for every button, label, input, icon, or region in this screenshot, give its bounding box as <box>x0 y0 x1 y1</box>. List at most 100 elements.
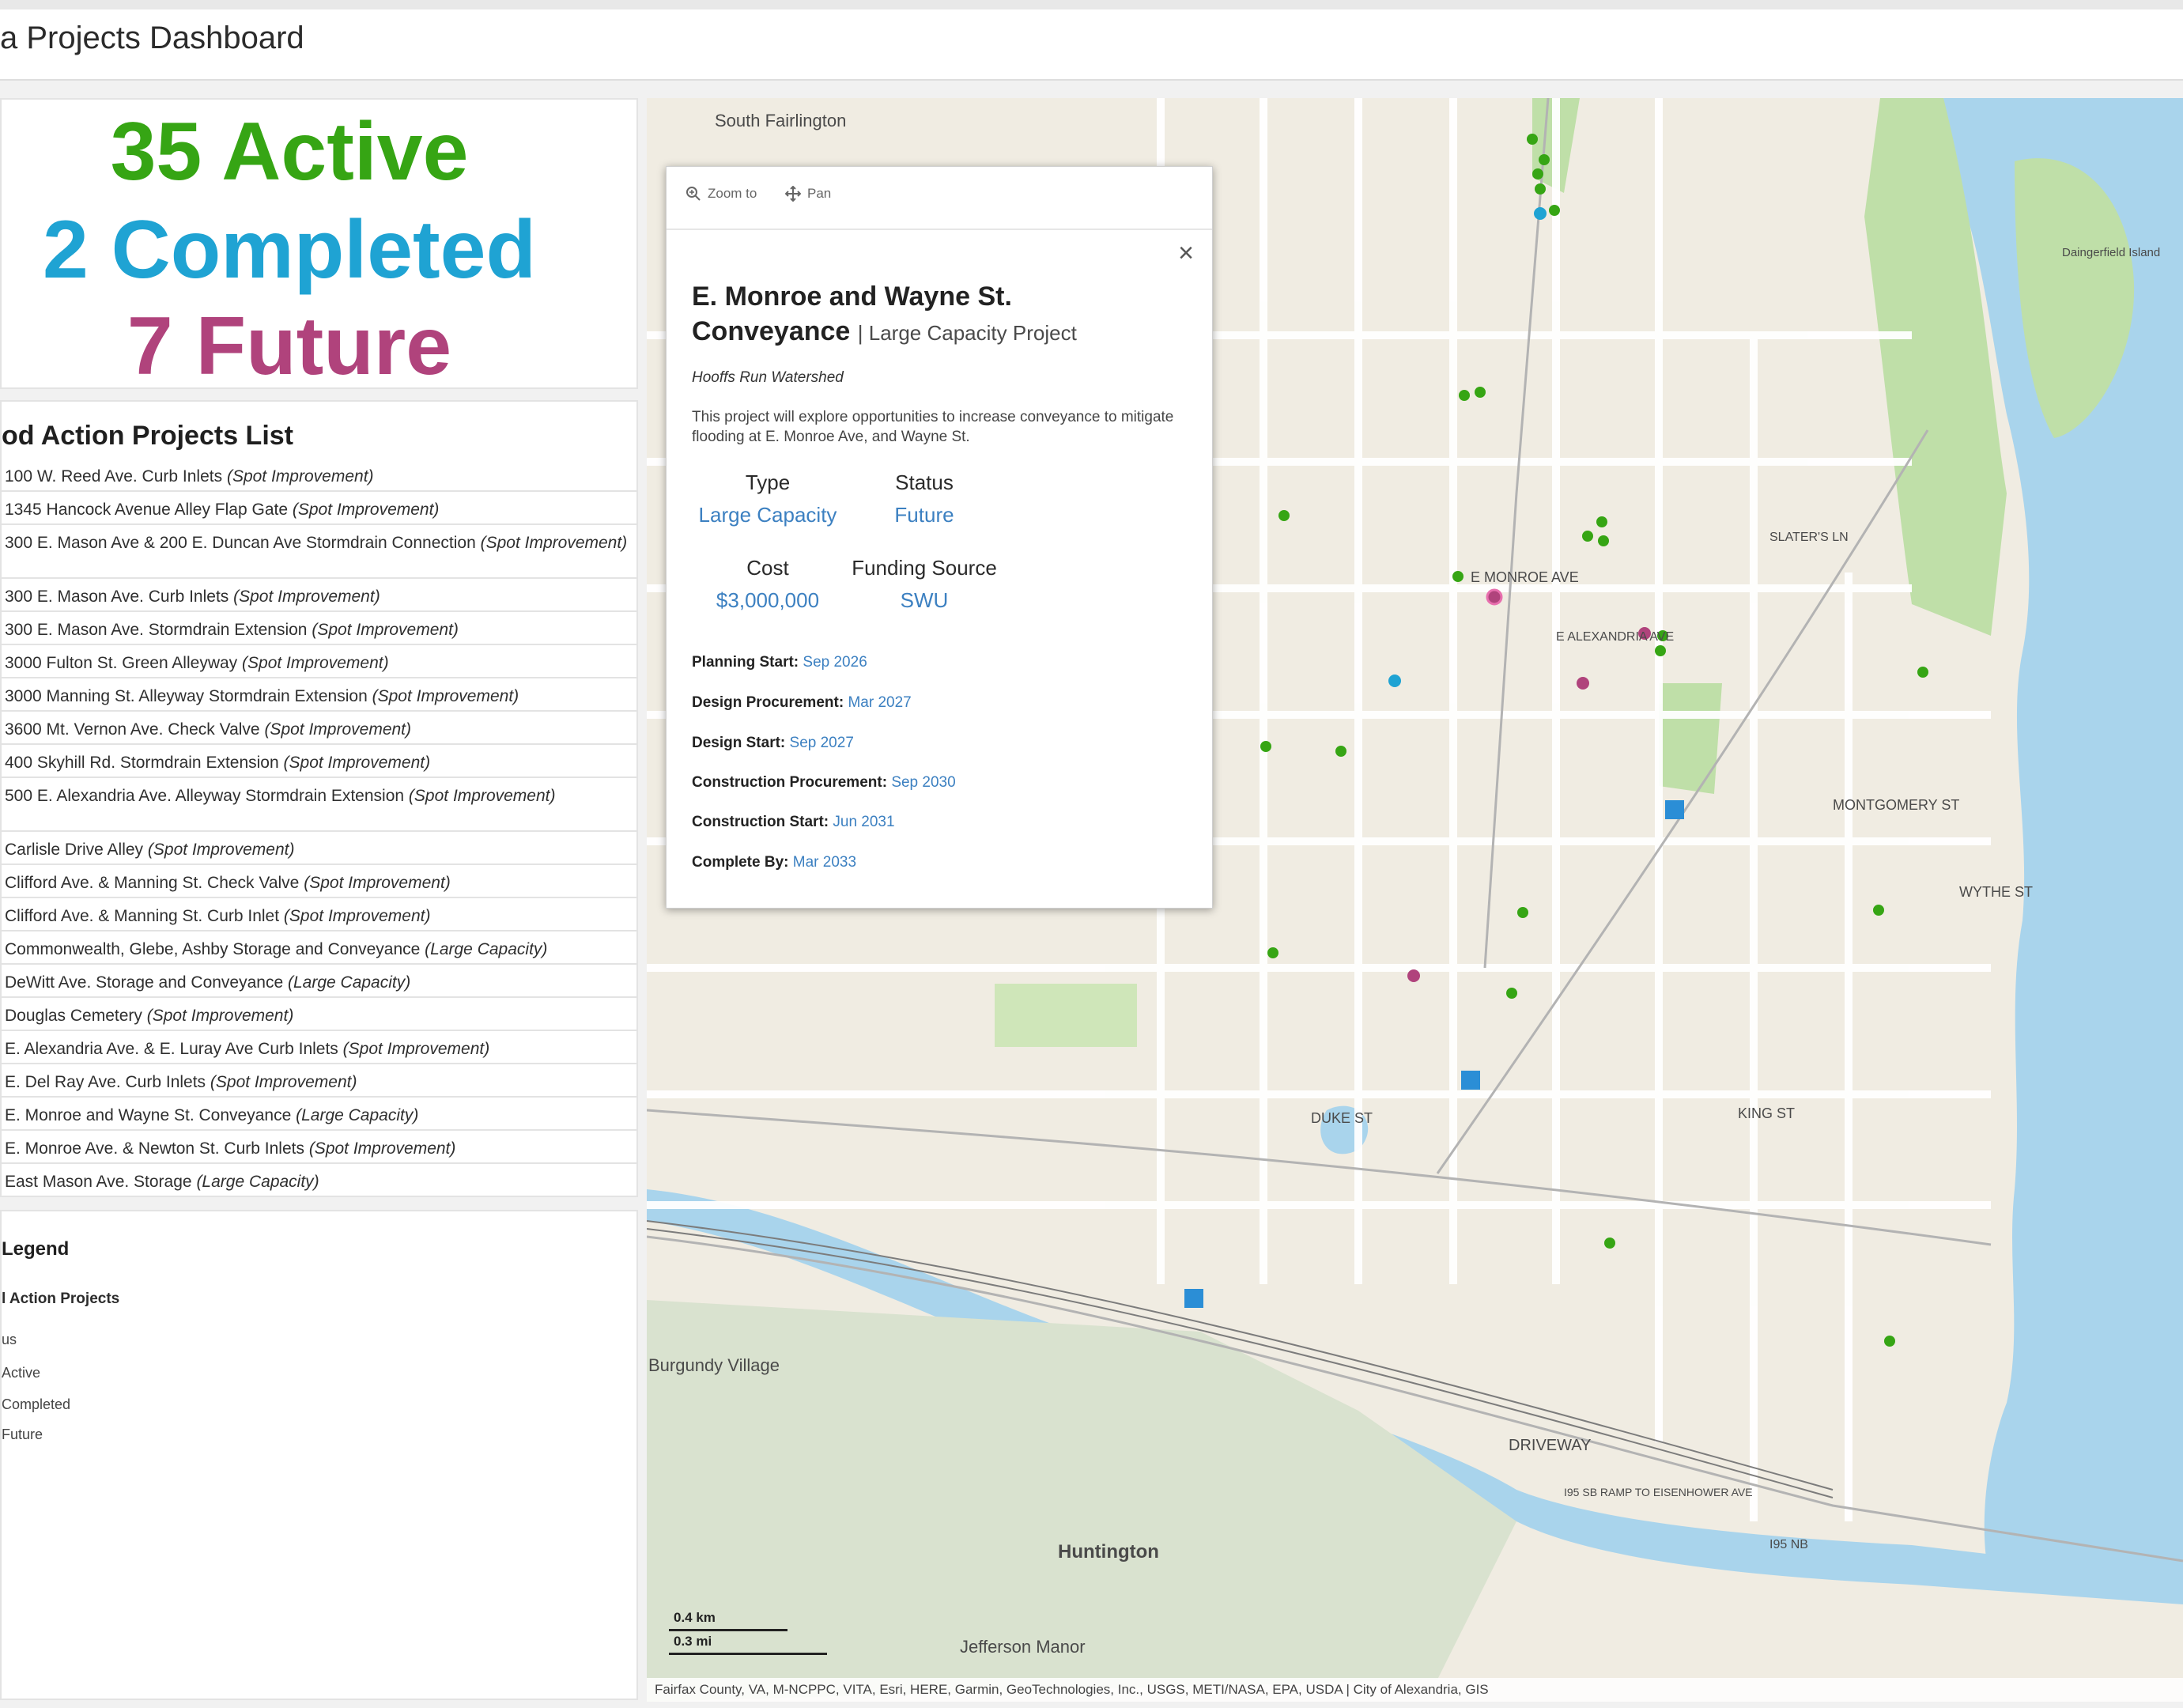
future-project-point[interactable] <box>1577 677 1589 690</box>
list-item[interactable]: Commonwealth, Glebe, Ashby Storage and C… <box>2 931 636 965</box>
schedule-value: Mar 2033 <box>792 854 857 871</box>
list-item-category: (Large Capacity) <box>296 1106 419 1124</box>
active-project-point[interactable] <box>1873 905 1884 916</box>
schedule-construction-procurement: Construction Procurement: Sep 2030 <box>692 774 956 792</box>
projects-list-panel: od Action Projects List 100 W. Reed Ave.… <box>0 400 638 1197</box>
list-item[interactable]: E. Monroe Ave. & Newton St. Curb Inlets … <box>2 1131 636 1164</box>
list-item[interactable]: 3000 Manning St. Alleyway Stormdrain Ext… <box>2 678 636 712</box>
list-item[interactable]: Clifford Ave. & Manning St. Curb Inlet (… <box>2 898 636 931</box>
active-project-point[interactable] <box>1655 645 1666 656</box>
popup-cost: Cost $3,000,000 <box>689 556 847 613</box>
list-item-category: (Spot Improvement) <box>242 654 389 672</box>
schedule-value: Sep 2027 <box>789 735 854 751</box>
list-item-category: (Spot Improvement) <box>210 1073 357 1091</box>
list-item-name: DeWitt Ave. Storage and Conveyance <box>5 973 284 992</box>
future-count: 7 Future <box>127 300 452 389</box>
active-project-point[interactable] <box>1452 571 1464 582</box>
pan-icon <box>785 186 801 202</box>
zoom-to-button[interactable]: Zoom to <box>685 186 757 202</box>
popup-funding-source: Funding Source SWU <box>837 556 1011 613</box>
active-project-point[interactable] <box>1267 947 1278 958</box>
active-project-point[interactable] <box>1335 746 1346 757</box>
label-daingerfield-island: Daingerfield Island <box>2062 246 2160 259</box>
list-item[interactable]: East Mason Ave. Storage (Large Capacity) <box>2 1164 636 1196</box>
schedule-value: Sep 2026 <box>803 654 867 671</box>
map-attribution: Fairfax County, VA, M-NCPPC, VITA, Esri,… <box>647 1678 2183 1702</box>
projects-list-title: od Action Projects List <box>2 421 294 451</box>
scale-line <box>669 1653 827 1655</box>
project-popup[interactable]: Zoom to Pan × E. Monroe and Wayne St. Co… <box>666 166 1213 909</box>
active-project-point[interactable] <box>1598 535 1609 546</box>
list-item[interactable]: 100 W. Reed Ave. Curb Inlets (Spot Impro… <box>2 459 636 492</box>
active-project-point[interactable] <box>1527 134 1538 145</box>
legend-item-active: Active <box>2 1365 41 1381</box>
completed-project-point[interactable] <box>1388 675 1401 687</box>
list-item[interactable]: Douglas Cemetery (Spot Improvement) <box>2 998 636 1031</box>
schedule-label: Design Start: <box>692 735 786 751</box>
list-item-name: 300 E. Mason Ave & 200 E. Duncan Ave Sto… <box>5 534 476 552</box>
list-item[interactable]: Carlisle Drive Alley (Spot Improvement) <box>2 832 636 865</box>
list-item-name: Douglas Cemetery <box>5 1007 142 1025</box>
active-project-point[interactable] <box>1582 531 1593 542</box>
list-item-category: (Spot Improvement) <box>292 501 440 519</box>
active-project-point[interactable] <box>1459 390 1470 401</box>
projects-list[interactable]: 100 W. Reed Ave. Curb Inlets (Spot Impro… <box>2 459 636 1196</box>
active-project-point[interactable] <box>1475 387 1486 398</box>
schedule-label: Complete By: <box>692 854 789 871</box>
label-e-monroe-ave: E MONROE AVE <box>1471 569 1579 585</box>
cost-label: Cost <box>746 556 789 580</box>
active-project-point[interactable] <box>1517 907 1528 918</box>
zoom-to-label: Zoom to <box>708 186 757 201</box>
list-item[interactable]: 500 E. Alexandria Ave. Alleyway Stormdra… <box>2 778 636 832</box>
list-item-category: (Large Capacity) <box>288 973 411 992</box>
list-item-name: 3600 Mt. Vernon Ave. Check Valve <box>5 720 260 739</box>
list-item[interactable]: 300 E. Mason Ave. Stormdrain Extension (… <box>2 612 636 645</box>
pan-button[interactable]: Pan <box>785 186 831 202</box>
scale-km: 0.4 km <box>674 1610 716 1625</box>
active-project-point[interactable] <box>1596 516 1607 527</box>
completed-project-point[interactable] <box>1534 207 1547 220</box>
popup-status: Status Future <box>853 470 995 527</box>
active-project-point[interactable] <box>1604 1238 1615 1249</box>
list-item-category: (Spot Improvement) <box>308 1139 456 1158</box>
list-item[interactable]: 3000 Fulton St. Green Alleyway (Spot Imp… <box>2 645 636 678</box>
close-icon[interactable]: × <box>1174 240 1198 266</box>
list-item[interactable]: 300 E. Mason Ave & 200 E. Duncan Ave Sto… <box>2 525 636 579</box>
active-project-point[interactable] <box>1549 205 1560 216</box>
list-item[interactable]: 400 Skyhill Rd. Stormdrain Extension (Sp… <box>2 745 636 778</box>
active-project-point[interactable] <box>1539 154 1550 165</box>
popup-actions: Zoom to Pan <box>667 167 1212 230</box>
label-driveway: DRIVEWAY <box>1509 1437 1591 1454</box>
active-project-point[interactable] <box>1506 988 1517 999</box>
list-item[interactable]: E. Del Ray Ave. Curb Inlets (Spot Improv… <box>2 1064 636 1098</box>
list-item[interactable]: DeWitt Ave. Storage and Conveyance (Larg… <box>2 965 636 998</box>
label-i95: I95 NB <box>1769 1538 1808 1551</box>
list-item[interactable]: 1345 Hancock Avenue Alley Flap Gate (Spo… <box>2 492 636 525</box>
list-item[interactable]: E. Alexandria Ave. & E. Luray Ave Curb I… <box>2 1031 636 1064</box>
future-project-point-selected[interactable] <box>1486 588 1503 606</box>
label-huntington: Huntington <box>1058 1541 1159 1563</box>
list-item[interactable]: Clifford Ave. & Manning St. Check Valve … <box>2 865 636 898</box>
popup-subtitle: Large Capacity Project <box>868 321 1077 345</box>
list-item-category: (Spot Improvement) <box>146 1007 294 1025</box>
active-project-point[interactable] <box>1917 667 1928 678</box>
active-project-point[interactable] <box>1884 1336 1895 1347</box>
popup-title-separator: | <box>857 321 869 345</box>
active-project-point[interactable] <box>1260 741 1271 752</box>
legend-layer-name: l Action Projects <box>2 1290 120 1307</box>
active-project-point[interactable] <box>1532 168 1543 179</box>
label-king-st: KING ST <box>1738 1105 1795 1121</box>
active-project-point[interactable] <box>1278 510 1290 521</box>
list-item-category: (Large Capacity) <box>196 1173 319 1191</box>
list-item[interactable]: 3600 Mt. Vernon Ave. Check Valve (Spot I… <box>2 712 636 745</box>
list-item-name: 3000 Fulton St. Green Alleyway <box>5 654 238 672</box>
active-project-point[interactable] <box>1535 183 1546 195</box>
list-item[interactable]: 300 E. Mason Ave. Curb Inlets (Spot Impr… <box>2 579 636 612</box>
list-item[interactable]: E. Monroe and Wayne St. Conveyance (Larg… <box>2 1098 636 1131</box>
scale-mi: 0.3 mi <box>674 1634 712 1649</box>
future-project-point[interactable] <box>1407 969 1420 982</box>
list-item-name: Clifford Ave. & Manning St. Check Valve <box>5 874 300 892</box>
list-item-category: (Spot Improvement) <box>233 588 380 606</box>
label-south-fairlington: South Fairlington <box>715 111 846 130</box>
funding-value: SWU <box>900 588 949 612</box>
